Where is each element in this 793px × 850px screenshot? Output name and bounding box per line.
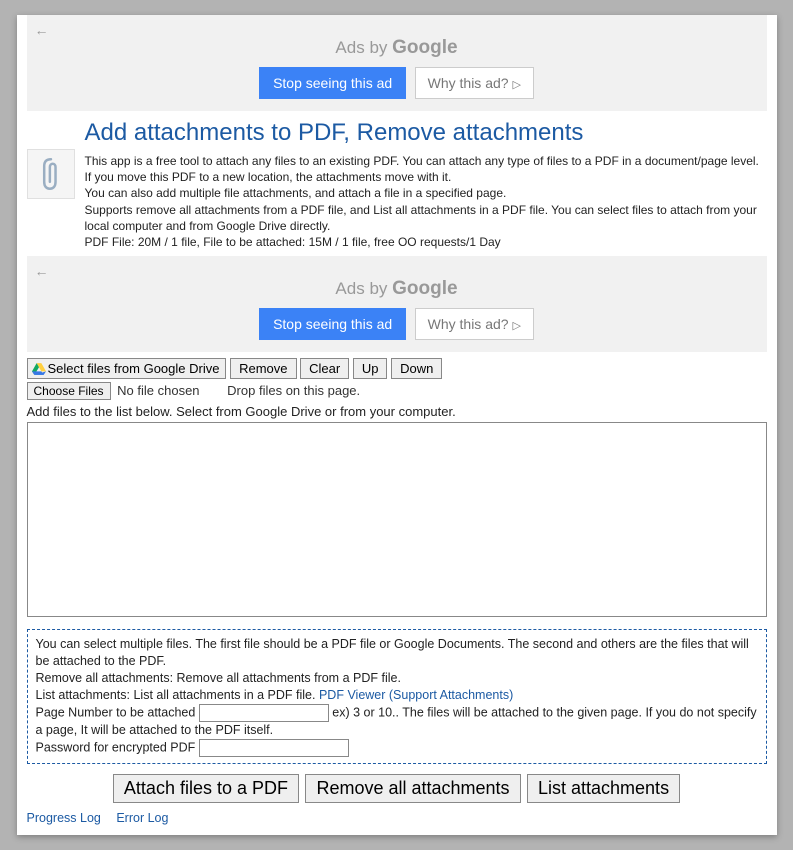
page-title: Add attachments to PDF, Remove attachmen… <box>85 119 767 147</box>
password-label: Password for encrypted PDF <box>36 740 199 754</box>
page-number-input[interactable] <box>199 704 329 722</box>
header-row: Add attachments to PDF, Remove attachmen… <box>27 117 767 250</box>
ad-block-middle: ← Ads by Google Stop seeing this ad Why … <box>27 256 767 352</box>
ad-attribution: Ads by Google <box>35 278 759 300</box>
header-text: Add attachments to PDF, Remove attachmen… <box>85 117 767 250</box>
ad-back-icon[interactable]: ← <box>35 264 759 278</box>
remove-button[interactable]: Remove <box>230 358 296 379</box>
down-button[interactable]: Down <box>391 358 442 379</box>
why-ad-button[interactable]: Why this ad? ▷ <box>415 67 534 99</box>
help-line-3: List attachments: List all attachments i… <box>36 687 758 704</box>
drop-hint: Drop files on this page. <box>227 383 360 398</box>
desc-line-2: You can also add multiple file attachmen… <box>85 186 507 200</box>
password-row: Password for encrypted PDF <box>36 739 758 757</box>
help-box: You can select multiple files. The first… <box>27 629 767 763</box>
log-links: Progress Log Error Log <box>27 811 767 825</box>
desc-line-1: This app is a free tool to attach any fi… <box>85 154 759 184</box>
list-button[interactable]: List attachments <box>527 774 680 803</box>
select-gdrive-button[interactable]: Select files from Google Drive <box>27 358 227 379</box>
password-input[interactable] <box>199 739 349 757</box>
google-logo-text: Google <box>392 278 457 299</box>
remove-all-button[interactable]: Remove all attachments <box>305 774 520 803</box>
up-button[interactable]: Up <box>353 358 388 379</box>
gdrive-icon <box>32 363 46 375</box>
ads-by-text: Ads by <box>335 279 392 298</box>
choose-files-button[interactable]: Choose Files <box>27 382 111 400</box>
pdf-viewer-link[interactable]: PDF Viewer (Support Attachments) <box>319 688 513 702</box>
help-line-2: Remove all attachments: Remove all attac… <box>36 670 758 687</box>
why-ad-button[interactable]: Why this ad? ▷ <box>415 308 534 340</box>
no-file-text: No file chosen <box>117 383 199 398</box>
ad-attribution: Ads by Google <box>35 37 759 59</box>
stop-ad-button[interactable]: Stop seeing this ad <box>259 67 406 99</box>
file-toolbar: Select files from Google Drive Remove Cl… <box>27 358 767 379</box>
file-chooser-row: Choose Files No file chosen Drop files o… <box>27 382 767 400</box>
description: This app is a free tool to attach any fi… <box>85 153 767 250</box>
action-buttons: Attach files to a PDF Remove all attachm… <box>27 774 767 803</box>
error-log-link[interactable]: Error Log <box>116 811 168 825</box>
google-logo-text: Google <box>392 37 457 58</box>
help-line-1: You can select multiple files. The first… <box>36 636 758 670</box>
ad-block-top: ← Ads by Google Stop seeing this ad Why … <box>27 15 767 111</box>
page-number-label: Page Number to be attached <box>36 705 199 719</box>
desc-line-3: Supports remove all attachments from a P… <box>85 203 757 233</box>
page-number-row: Page Number to be attached ex) 3 or 10..… <box>36 704 758 739</box>
adchoices-icon: ▷ <box>512 79 520 91</box>
file-listbox[interactable] <box>27 422 767 617</box>
paperclip-icon <box>37 157 65 191</box>
app-icon-box <box>27 149 75 199</box>
desc-line-4: PDF File: 20M / 1 file, File to be attac… <box>85 235 501 249</box>
attach-button[interactable]: Attach files to a PDF <box>113 774 299 803</box>
ad-back-icon[interactable]: ← <box>35 23 759 37</box>
progress-log-link[interactable]: Progress Log <box>27 811 101 825</box>
page-container: ← Ads by Google Stop seeing this ad Why … <box>17 15 777 835</box>
adchoices-icon: ▷ <box>512 320 520 332</box>
stop-ad-button[interactable]: Stop seeing this ad <box>259 308 406 340</box>
list-instruction: Add files to the list below. Select from… <box>27 404 767 419</box>
clear-button[interactable]: Clear <box>300 358 349 379</box>
ads-by-text: Ads by <box>335 38 392 57</box>
